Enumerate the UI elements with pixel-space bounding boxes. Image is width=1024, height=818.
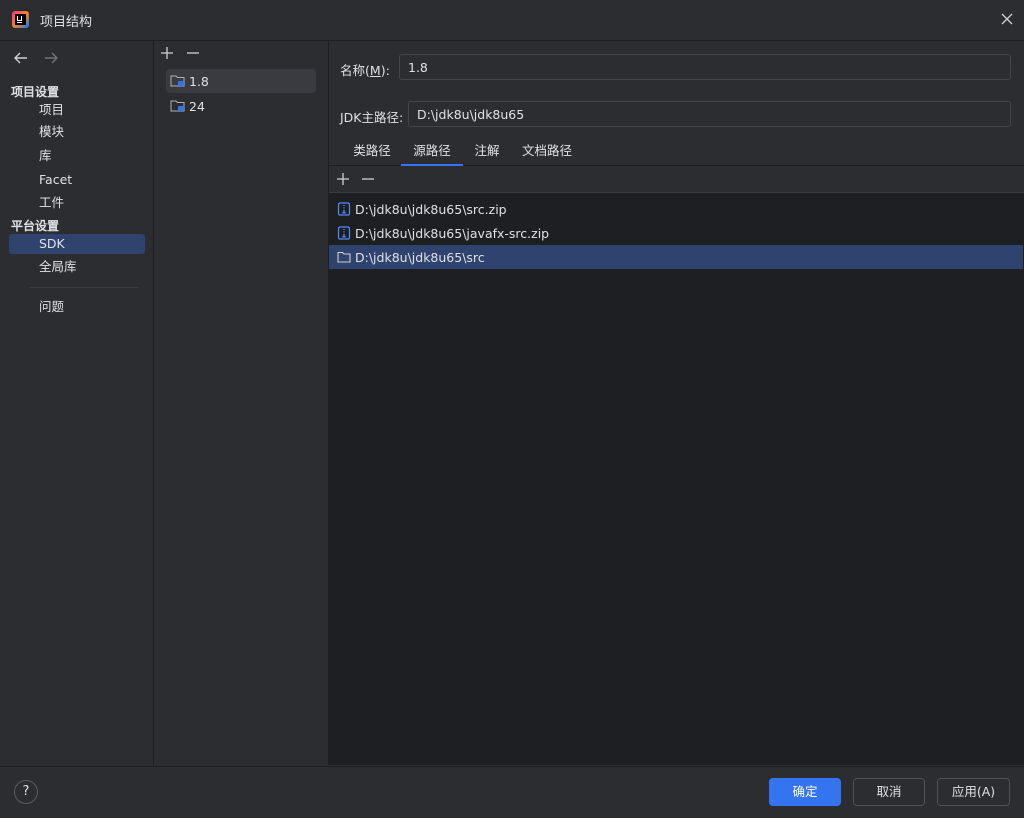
- sdk-path-tabs: 类路径 源路径 注解 文档路径: [329, 137, 1024, 166]
- sdk-item-label: 24: [189, 98, 205, 114]
- nav-item-problems[interactable]: 问题: [9, 297, 145, 317]
- nav-item-project[interactable]: 项目: [9, 100, 145, 120]
- sdk-item-1-8[interactable]: 1.8: [166, 69, 316, 93]
- title-bar: 项目结构: [0, 0, 1024, 41]
- ok-button[interactable]: 确定: [769, 778, 841, 806]
- close-icon[interactable]: [1000, 12, 1014, 26]
- path-row-javafx-src-zip[interactable]: D:\jdk8u\jdk8u65\javafx-src.zip: [329, 221, 1023, 245]
- path-label: D:\jdk8u\jdk8u65\src: [355, 249, 485, 265]
- add-sdk-icon[interactable]: [160, 46, 174, 60]
- remove-sdk-icon[interactable]: [186, 46, 200, 60]
- tab-annotations[interactable]: 注解: [465, 137, 509, 165]
- path-label: D:\jdk8u\jdk8u65\src.zip: [355, 201, 507, 217]
- jdk-folder-icon: [170, 100, 185, 112]
- jdk-home-path-field[interactable]: [408, 101, 1011, 127]
- path-row-src-folder[interactable]: D:\jdk8u\jdk8u65\src: [329, 245, 1023, 269]
- tab-documentation-paths[interactable]: 文档路径: [515, 137, 579, 165]
- help-button[interactable]: ?: [14, 780, 38, 804]
- nav-item-sdk[interactable]: SDK: [9, 234, 145, 254]
- arrow-left-icon[interactable]: [12, 49, 30, 67]
- add-path-icon[interactable]: [336, 172, 350, 186]
- path-label: D:\jdk8u\jdk8u65\javafx-src.zip: [355, 225, 550, 241]
- archive-icon: [337, 226, 351, 240]
- tab-classpath[interactable]: 类路径: [341, 137, 403, 165]
- jdk-home-label: JDK主路径:: [340, 110, 404, 125]
- sdk-name-field[interactable]: [399, 54, 1011, 80]
- jdk-folder-icon: [170, 75, 185, 87]
- apply-button[interactable]: 应用(A): [937, 778, 1010, 806]
- cancel-button[interactable]: 取消: [853, 778, 925, 806]
- path-row-src-zip[interactable]: D:\jdk8u\jdk8u65\src.zip: [329, 197, 1023, 221]
- window-title: 项目结构: [40, 15, 93, 30]
- dialog-footer: ? 确定 取消 应用(A): [0, 766, 1024, 818]
- sdk-item-label: 1.8: [189, 73, 209, 89]
- arrow-right-icon[interactable]: [42, 49, 60, 67]
- nav-group-project-settings: 项目设置: [11, 85, 60, 99]
- path-toolbar: [329, 166, 1024, 193]
- folder-icon: [337, 251, 351, 263]
- intellij-idea-logo-icon: [12, 11, 29, 28]
- name-label: 名称(M):: [340, 63, 390, 78]
- nav-item-libraries[interactable]: 库: [9, 146, 145, 166]
- nav-group-platform-settings: 平台设置: [11, 219, 60, 233]
- sdk-list-panel: 1.8 24: [154, 41, 329, 765]
- settings-nav: 项目设置 项目 模块 库 Facet 工件 平台设置 SDK 全局库 问题: [0, 41, 154, 765]
- source-path-list: D:\jdk8u\jdk8u65\src.zip D:\jdk8u\jdk8u6…: [329, 193, 1024, 765]
- nav-divider: [30, 287, 138, 288]
- sdk-detail-panel: 名称(M): JDK主路径: 类路径 源路径 注解 文档路径 D:\jdk8u\…: [329, 41, 1024, 765]
- nav-item-artifacts[interactable]: 工件: [9, 193, 145, 213]
- nav-item-modules[interactable]: 模块: [9, 122, 145, 142]
- nav-item-global-libraries[interactable]: 全局库: [9, 257, 145, 277]
- sdk-item-24[interactable]: 24: [166, 94, 316, 118]
- archive-icon: [337, 202, 351, 216]
- tab-sourcepath[interactable]: 源路径: [401, 137, 463, 166]
- remove-path-icon[interactable]: [361, 172, 375, 186]
- nav-item-facet[interactable]: Facet: [9, 170, 145, 190]
